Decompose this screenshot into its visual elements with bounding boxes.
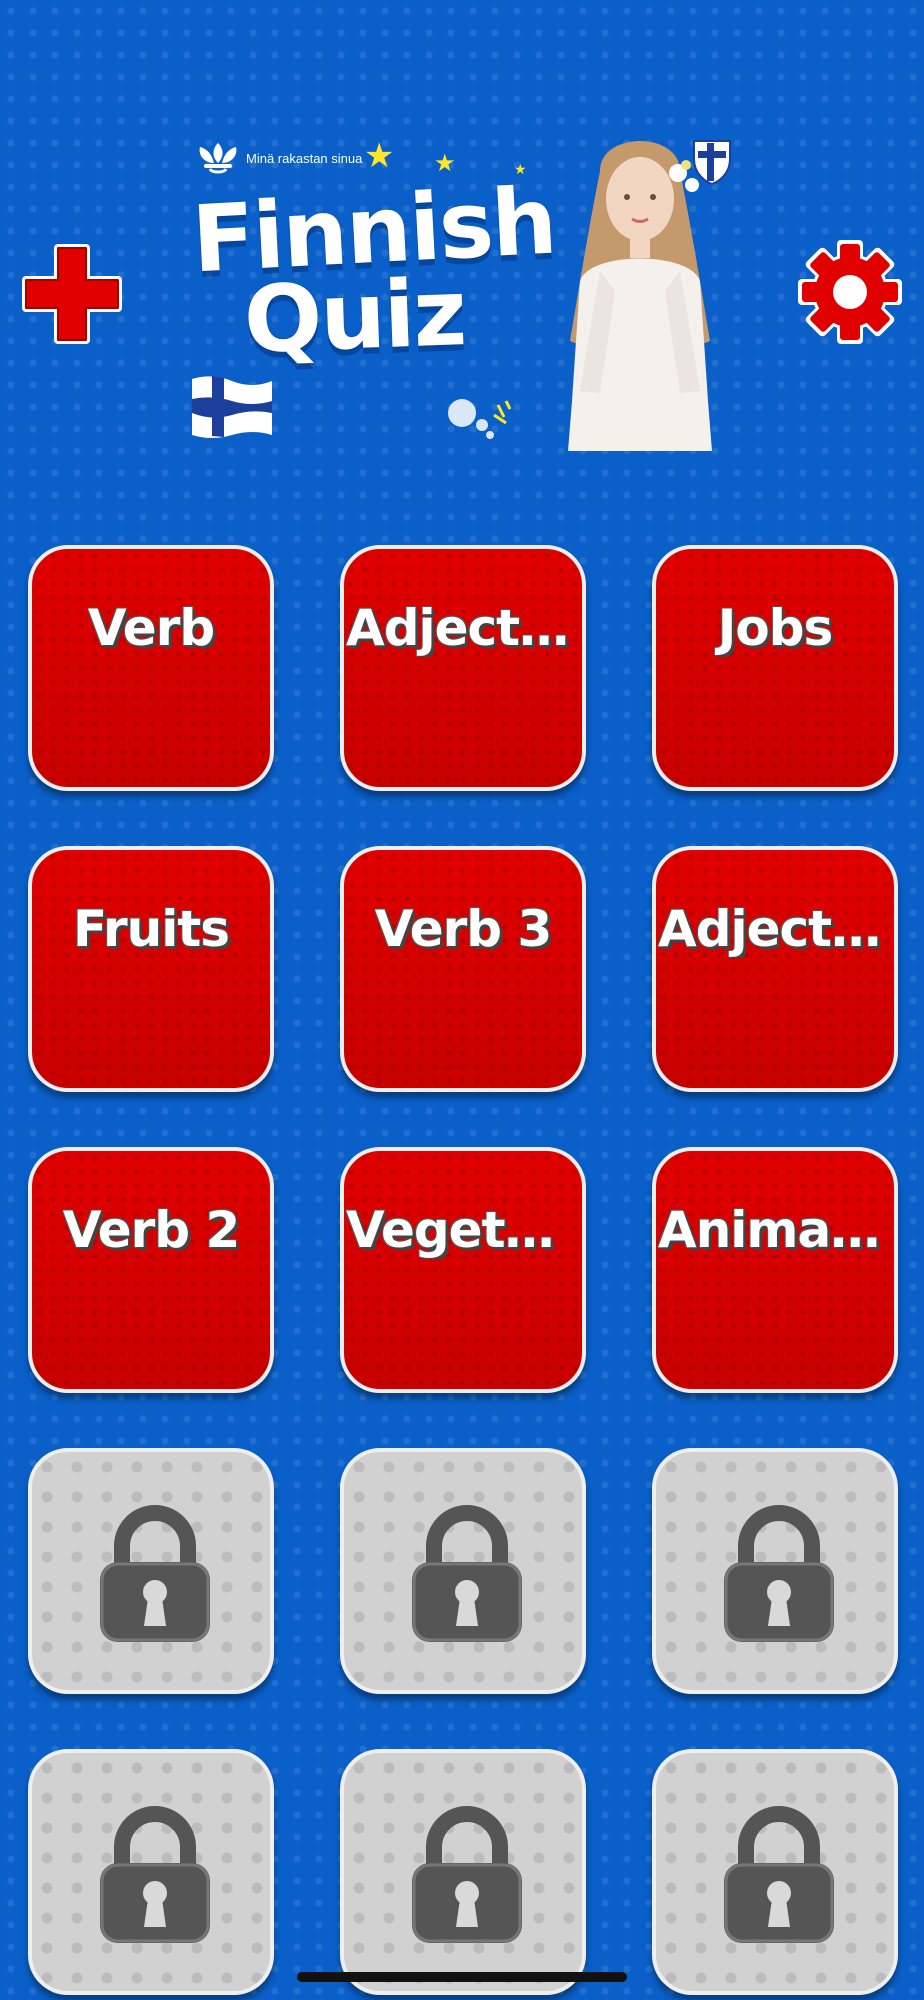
add-button[interactable] [20,242,124,346]
app-banner: Minä rakastan sinua ★ ★ ★ Finnish Quiz [180,125,740,455]
category-label: Animal 1 [658,1201,894,1259]
locked-category-tile[interactable] [340,1749,586,1995]
category-tile[interactable]: Verb 2 [28,1147,274,1393]
settings-button[interactable] [798,240,902,344]
category-label: Fruits [72,900,230,958]
lock-icon [724,1505,834,1642]
category-label: Adjectiv... [346,599,582,657]
category-label: Jobs [717,599,834,657]
tagline: Minä rakastan sinua [246,150,363,166]
lock-icon [412,1806,522,1943]
category-label: Adjectiv... [658,900,894,958]
category-tile[interactable]: Adjectiv... [340,545,586,791]
tagline-row: Minä rakastan sinua [196,141,362,175]
category-label: Vegetabl... [346,1201,582,1259]
star-icon: ★ [434,149,456,177]
category-tile[interactable]: Verb [28,545,274,791]
category-tile[interactable]: Verb 3 [340,846,586,1092]
category-tile[interactable]: Animal 1 [652,1147,898,1393]
lock-icon [100,1505,210,1642]
plus-icon [22,244,122,344]
lock-icon [100,1806,210,1943]
lock-icon [412,1505,522,1642]
locked-category-tile[interactable] [340,1448,586,1694]
gear-icon [798,240,902,344]
locked-category-tile[interactable] [652,1749,898,1995]
home-indicator [297,1972,627,1982]
app-title-line-2: Quiz [242,259,467,374]
locked-category-tile[interactable] [28,1448,274,1694]
category-tile[interactable]: Vegetabl... [340,1147,586,1393]
star-icon: ★ [364,136,395,176]
locked-category-tile[interactable] [28,1749,274,1995]
category-tile[interactable]: Adjectiv... [652,846,898,1092]
category-tile[interactable]: Jobs [652,545,898,791]
locked-category-tile[interactable] [652,1448,898,1694]
lock-icon [724,1806,834,1943]
finland-crest-icon [693,140,731,185]
category-label: Verb 2 [62,1201,241,1259]
category-tile[interactable]: Fruits [28,846,274,1092]
category-label: Verb [87,599,215,657]
finland-flag-icon [192,376,272,438]
lily-logo-icon [199,143,237,174]
bubbles-decoration [448,399,512,439]
category-label: Verb 3 [374,900,553,958]
